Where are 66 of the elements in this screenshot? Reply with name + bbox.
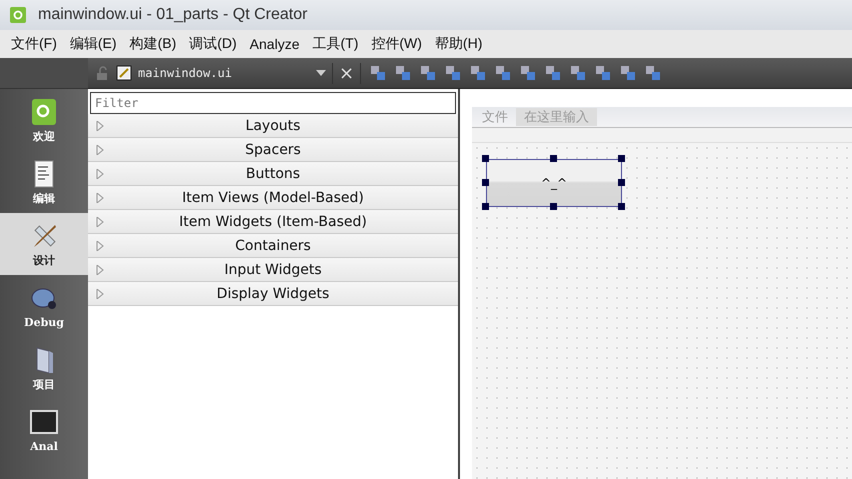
layout-tool-icon[interactable] — [520, 65, 536, 81]
menu-item[interactable]: 文件(F) — [4, 35, 63, 53]
resize-handle[interactable] — [550, 203, 557, 210]
layout-tool-icon[interactable] — [620, 65, 636, 81]
category-header[interactable]: Spacers — [88, 138, 458, 162]
category-header[interactable]: Item Widgets (Item-Based) — [88, 210, 458, 234]
app-logo-icon — [10, 7, 26, 23]
category-header[interactable]: Layouts — [88, 114, 458, 138]
logo-icon — [29, 96, 59, 126]
menu-item[interactable]: 调试(D) — [182, 35, 243, 53]
layout-tool-icon[interactable] — [470, 65, 486, 81]
filter-field[interactable]: Filter — [90, 92, 456, 114]
resize-handle[interactable] — [618, 155, 625, 162]
mode-label: 欢迎 — [33, 128, 55, 144]
mode-label: 项目 — [33, 376, 55, 392]
menu-item[interactable]: 控件(W) — [364, 35, 428, 53]
mode-label: Debug — [24, 316, 64, 328]
resize-handle[interactable] — [482, 155, 489, 162]
resize-handle[interactable] — [618, 179, 625, 186]
category-label: Spacers — [244, 142, 302, 158]
layout-tool-icon[interactable] — [570, 65, 586, 81]
layout-tool-icon[interactable] — [370, 65, 386, 81]
lock-icon[interactable] — [94, 65, 110, 81]
layout-tool-icon[interactable] — [420, 65, 436, 81]
category-header[interactable]: Containers — [88, 234, 458, 258]
category-label: Display Widgets — [216, 286, 330, 302]
menu-item[interactable]: 构建(B) — [122, 35, 182, 53]
layout-tool-icon[interactable] — [545, 65, 562, 81]
category-label: Buttons — [244, 166, 302, 182]
mode-button[interactable]: Debug — [0, 275, 88, 337]
mode-label: Anal — [30, 440, 58, 452]
layout-tool-icon[interactable] — [645, 65, 662, 81]
close-button[interactable]: × — [332, 62, 362, 84]
resize-handle[interactable] — [482, 179, 489, 186]
dropdown-caret-icon[interactable] — [316, 70, 326, 76]
mode-button[interactable]: 欢迎 — [0, 89, 88, 151]
category-header[interactable]: Buttons — [88, 162, 458, 186]
form-file-icon — [116, 65, 132, 81]
resize-handle[interactable] — [618, 203, 625, 210]
layout-tool-icon[interactable] — [595, 65, 612, 81]
layout-tool-icon[interactable] — [395, 65, 412, 81]
resize-handle[interactable] — [482, 203, 489, 210]
mode-button[interactable]: 设计 — [0, 213, 88, 275]
file-name: mainwindow.ui — [138, 66, 233, 80]
layout-tool-icon[interactable] — [495, 65, 512, 81]
menu-item[interactable]: 编辑(E) — [62, 35, 123, 53]
menu-item[interactable]: 帮助(H) — [428, 35, 488, 53]
window-title: mainwindow.ui - 01_parts - Qt Creator — [38, 6, 308, 24]
resize-handle[interactable] — [550, 155, 557, 162]
mode-button[interactable]: 编辑 — [0, 151, 88, 213]
mode-button[interactable]: Anal — [0, 399, 88, 461]
category-header[interactable]: Display Widgets — [88, 282, 458, 306]
layout-tool-icon[interactable] — [445, 65, 462, 81]
push-button[interactable]: ^_^ — [486, 159, 622, 207]
menu-item[interactable]: 工具(T) — [305, 35, 364, 53]
category-header[interactable]: Item Views (Model-Based) — [88, 186, 458, 210]
category-header[interactable]: Input Widgets — [88, 258, 458, 282]
category-label: Layouts — [244, 118, 302, 134]
menu-item[interactable]: Analyze — [242, 36, 306, 52]
category-label: Item Views (Model-Based) — [181, 190, 365, 206]
mode-button[interactable]: 项目 — [0, 337, 88, 399]
mode-label: 编辑 — [33, 190, 55, 206]
category-label: Item Widgets (Item-Based) — [178, 214, 368, 230]
category-label: Input Widgets — [223, 262, 323, 278]
mode-label: 设计 — [33, 252, 55, 268]
category-label: Containers — [234, 238, 312, 254]
